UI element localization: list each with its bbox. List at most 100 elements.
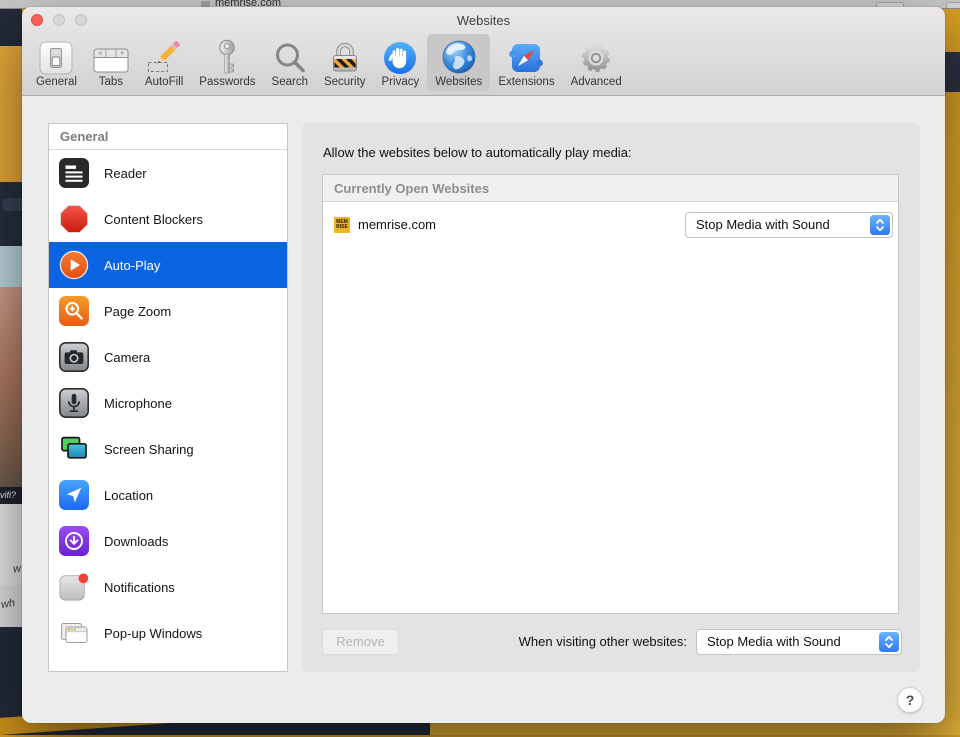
sidebar-item-label: Screen Sharing (104, 442, 194, 457)
site-autoplay-dropdown[interactable]: Stop Media with Sound (685, 212, 893, 238)
background-card: wh (0, 585, 22, 627)
sidebar-item-microphone[interactable]: Microphone (49, 380, 287, 426)
toolbar-item-general[interactable]: General (28, 34, 85, 91)
sidebar-item-label: Camera (104, 350, 150, 365)
window-chrome: Websites General (22, 7, 945, 96)
toolbar-label: Extensions (498, 76, 554, 88)
background-page-block (0, 182, 22, 246)
privacy-hand-icon (383, 37, 417, 75)
toolbar-item-extensions[interactable]: Extensions (490, 34, 562, 91)
background-card: w (0, 504, 22, 585)
toolbar-label: General (36, 76, 77, 88)
toolbar-label: Websites (435, 76, 482, 88)
toolbar-item-websites[interactable]: Websites (427, 34, 490, 91)
location-arrow-icon (59, 480, 89, 510)
page-zoom-icon (59, 296, 89, 326)
svg-text:+: + (119, 48, 124, 58)
auto-play-settings-pane: Allow the websites below to automaticall… (302, 123, 920, 672)
sidebar-item-downloads[interactable]: Downloads (49, 518, 287, 564)
other-websites-dropdown[interactable]: Stop Media with Sound (696, 629, 902, 655)
site-name: memrise.com (358, 217, 685, 232)
background-tab-shape (946, 2, 960, 9)
toolbar-item-security[interactable]: Security (316, 34, 374, 91)
preferences-content: General Reader (22, 97, 945, 723)
chevron-up-down-icon (879, 632, 899, 652)
auto-play-icon (59, 250, 89, 280)
help-button[interactable]: ? (897, 687, 923, 713)
sidebar-item-label: Auto-Play (104, 258, 160, 273)
toolbar-label: Passwords (199, 76, 255, 88)
sidebar-item-label: Reader (104, 166, 147, 181)
bottom-controls: Remove When visiting other websites: Sto… (322, 628, 902, 655)
advanced-gear-icon (579, 37, 613, 75)
search-magnifier-icon (273, 37, 307, 75)
sidebar-item-camera[interactable]: Camera (49, 334, 287, 380)
background-page-block (0, 246, 22, 287)
safari-preferences-window: Websites General (22, 7, 945, 723)
background-page-block (0, 9, 22, 46)
sidebar-item-label: Notifications (104, 580, 175, 595)
websites-globe-icon (441, 37, 477, 75)
close-button[interactable] (31, 14, 43, 26)
autofill-pencil-icon (146, 37, 182, 75)
security-lock-icon (328, 37, 362, 75)
sidebar-item-label: Page Zoom (104, 304, 171, 319)
sidebar-item-screen-sharing[interactable]: Screen Sharing (49, 426, 287, 472)
toolbar-item-passwords[interactable]: Passwords (191, 34, 263, 91)
svg-text:×: × (98, 49, 103, 58)
notifications-icon (59, 572, 89, 602)
toolbar-label: Tabs (99, 76, 123, 88)
reader-icon (59, 158, 89, 188)
extensions-puzzle-icon (508, 37, 544, 75)
toolbar-item-search[interactable]: Search (264, 34, 316, 91)
sidebar-item-label: Pop-up Windows (104, 626, 202, 641)
sidebar-item-label: Downloads (104, 534, 168, 549)
dropdown-value: Stop Media with Sound (686, 217, 870, 232)
toolbar-item-privacy[interactable]: Privacy (374, 34, 428, 91)
toolbar-label: Security (324, 76, 366, 88)
background-text-fragment: vifi? (0, 487, 22, 504)
when-visiting-label: When visiting other websites: (519, 634, 696, 649)
table-header: Currently Open Websites (323, 175, 898, 202)
titlebar[interactable]: Websites (22, 7, 945, 33)
toolbar-label: AutoFill (145, 76, 183, 88)
toolbar-label: Advanced (571, 76, 622, 88)
passwords-key-icon (216, 37, 238, 75)
downloads-icon (59, 526, 89, 556)
sidebar-item-notifications[interactable]: Notifications (49, 564, 287, 610)
minimize-button[interactable] (53, 14, 65, 26)
toolbar-item-autofill[interactable]: AutoFill (137, 34, 191, 91)
microphone-icon (59, 388, 89, 418)
toolbar-label: Search (272, 76, 308, 88)
sidebar-item-content-blockers[interactable]: Content Blockers (49, 196, 287, 242)
zoom-button[interactable] (75, 14, 87, 26)
toolbar-item-advanced[interactable]: Advanced (563, 34, 630, 91)
sidebar-item-reader[interactable]: Reader (49, 150, 287, 196)
sidebar-item-label: Microphone (104, 396, 172, 411)
background-page-block (0, 46, 22, 182)
toolbar-label: Privacy (382, 76, 420, 88)
chevron-up-down-icon (870, 215, 890, 235)
sidebar-item-page-zoom[interactable]: Page Zoom (49, 288, 287, 334)
auto-play-instruction: Allow the websites below to automaticall… (323, 145, 632, 160)
sidebar-item-pop-up-windows[interactable]: Pop-up Windows (49, 610, 287, 656)
memrise-favicon: MEM RISE (334, 217, 350, 233)
window-title: Websites (22, 7, 945, 28)
sidebar-section-header: General (49, 124, 287, 150)
screen-sharing-icon (59, 434, 89, 464)
tabs-window-icon: × + (93, 37, 129, 75)
general-switch-icon (39, 37, 73, 75)
table-row[interactable]: MEM RISE memrise.com Stop Media with Sou… (323, 202, 898, 247)
sidebar-item-label: Location (104, 488, 153, 503)
pop-up-windows-icon (59, 618, 89, 648)
sidebar-item-location[interactable]: Location (49, 472, 287, 518)
camera-icon (59, 342, 89, 372)
background-photo (0, 287, 22, 487)
dropdown-value: Stop Media with Sound (697, 634, 879, 649)
preferences-toolbar: General × + Tabs (22, 33, 945, 95)
content-blockers-stop-icon (59, 204, 89, 234)
toolbar-item-tabs[interactable]: × + Tabs (85, 34, 137, 91)
websites-sidebar: General Reader (48, 123, 288, 672)
remove-button[interactable]: Remove (322, 629, 399, 655)
sidebar-item-auto-play[interactable]: Auto-Play (49, 242, 287, 288)
